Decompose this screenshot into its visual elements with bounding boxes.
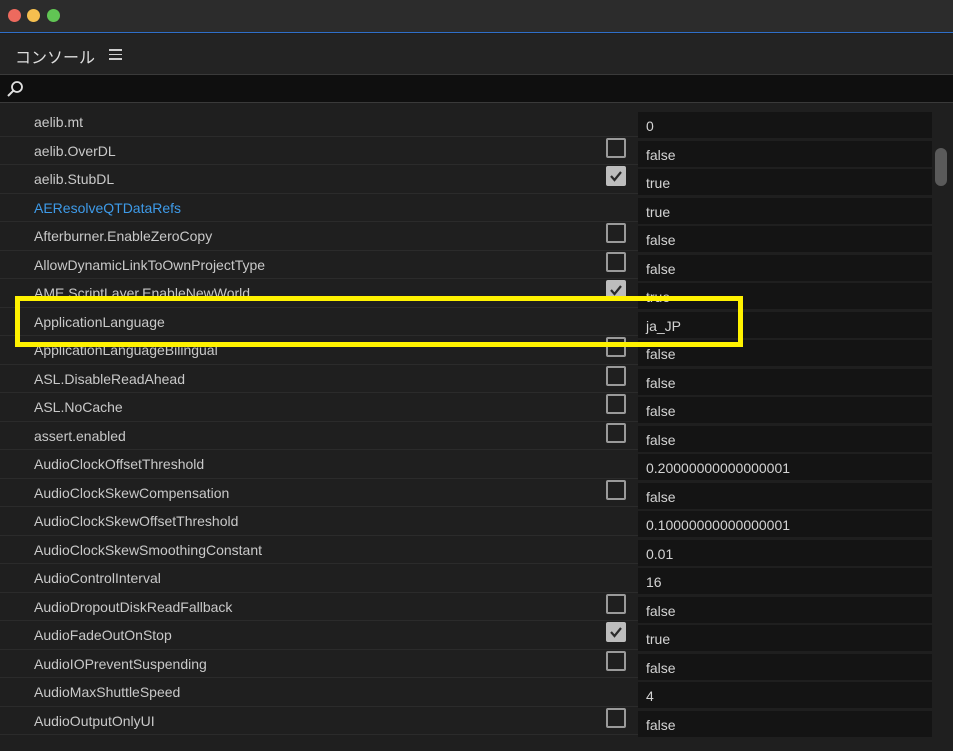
setting-value-field[interactable]: false xyxy=(638,140,932,167)
setting-value-field[interactable]: 0.01 xyxy=(638,539,932,566)
setting-row[interactable]: aelib.StubDL true xyxy=(0,165,932,195)
setting-row[interactable]: AudioOutputOnlyUI false xyxy=(0,707,932,737)
highlight-box xyxy=(15,296,743,347)
panel-title: コンソール xyxy=(15,50,96,67)
setting-name: AudioClockOffsetThreshold xyxy=(34,456,205,472)
setting-name: assert.enabled xyxy=(34,427,126,444)
setting-value-field[interactable]: true xyxy=(638,197,932,224)
setting-name: aelib.StubDL xyxy=(34,171,115,187)
setting-name: Afterburner.EnableZeroCopy xyxy=(34,228,213,244)
setting-value-field[interactable]: 0 xyxy=(638,112,932,138)
setting-checkbox[interactable] xyxy=(606,137,626,158)
setting-name: AudioFadeOutOnStop xyxy=(34,627,172,643)
window-titlebar xyxy=(0,0,953,33)
setting-name: ASL.DisableReadAhead xyxy=(34,370,185,387)
setting-name: AudioOutputOnlyUI xyxy=(34,712,155,729)
setting-row[interactable]: aelib.mt 0 xyxy=(0,108,932,138)
setting-checkbox[interactable] xyxy=(606,593,626,614)
setting-row[interactable]: aelib.OverDL false xyxy=(0,137,932,167)
search-icon xyxy=(7,81,23,97)
zoom-icon[interactable] xyxy=(47,9,60,22)
setting-value-field[interactable]: false xyxy=(638,254,932,281)
setting-checkbox[interactable] xyxy=(606,166,626,186)
setting-value-field[interactable]: 4 xyxy=(638,682,932,708)
setting-row[interactable]: AudioClockSkewSmoothingConstant 0.01 xyxy=(0,536,932,566)
minimize-icon[interactable] xyxy=(27,9,40,22)
setting-row[interactable]: Afterburner.EnableZeroCopy false xyxy=(0,222,932,252)
setting-value-field[interactable]: false xyxy=(638,710,932,737)
setting-checkbox[interactable] xyxy=(606,650,626,671)
setting-name: aelib.OverDL xyxy=(34,142,116,159)
setting-checkbox[interactable] xyxy=(606,251,626,272)
setting-row[interactable]: AudioClockOffsetThreshold 0.2000000000000… xyxy=(0,450,932,480)
setting-checkbox[interactable] xyxy=(606,422,626,443)
setting-value-field[interactable]: 16 xyxy=(638,568,932,594)
setting-row[interactable]: AudioMaxShuttleSpeed 4 xyxy=(0,678,932,708)
setting-name: AudioClockSkewSmoothingConstant xyxy=(34,541,263,558)
panel-header: コンソール xyxy=(0,34,953,74)
scrollbar-thumb[interactable] xyxy=(935,148,947,186)
setting-value-field[interactable]: false xyxy=(638,368,932,395)
setting-value-field[interactable]: false xyxy=(638,397,932,423)
checkmark-icon xyxy=(610,627,622,638)
setting-value-field[interactable]: true xyxy=(638,169,932,195)
close-icon[interactable] xyxy=(8,9,21,22)
setting-checkbox[interactable] xyxy=(606,223,626,243)
checkmark-icon xyxy=(610,285,622,296)
setting-name[interactable]: AEResolveQTDataRefs xyxy=(34,200,181,216)
setting-name: AudioDropoutDiskReadFallback xyxy=(34,598,233,615)
setting-value-field[interactable]: false xyxy=(638,653,932,680)
setting-checkbox[interactable] xyxy=(606,365,626,386)
setting-row[interactable]: AudioDropoutDiskReadFallback false xyxy=(0,593,932,623)
settings-list: aelib.mt 0 aelib.OverDL false aelib.StubDL tr… xyxy=(0,108,932,751)
setting-row[interactable]: AEResolveQTDataRefs true xyxy=(0,194,932,224)
checkmark-icon xyxy=(610,171,622,182)
setting-value-field[interactable]: true xyxy=(638,625,932,651)
search-input[interactable] xyxy=(0,74,953,103)
setting-name: AllowDynamicLinkToOwnProjectType xyxy=(34,256,266,273)
setting-value-field[interactable]: false xyxy=(638,226,932,252)
setting-row[interactable]: AudioControlInterval 16 xyxy=(0,564,932,594)
setting-value-field[interactable]: false xyxy=(638,482,932,509)
setting-name: AudioClockSkewCompensation xyxy=(34,484,230,501)
setting-value-field[interactable]: false xyxy=(638,425,932,452)
setting-value-field[interactable]: false xyxy=(638,596,932,623)
setting-checkbox[interactable] xyxy=(606,394,626,414)
setting-name: AudioIOPreventSuspending xyxy=(34,655,207,672)
setting-row[interactable]: AudioIOPreventSuspending false xyxy=(0,650,932,680)
setting-name: aelib.mt xyxy=(34,114,84,130)
setting-row[interactable]: AudioClockSkewCompensation false xyxy=(0,479,932,509)
setting-row[interactable]: assert.enabled false xyxy=(0,422,932,452)
setting-value-field[interactable]: 0.20000000000000001 xyxy=(638,454,932,480)
vertical-scrollbar[interactable] xyxy=(932,108,953,751)
hamburger-menu-icon[interactable] xyxy=(109,49,122,60)
setting-value-field[interactable]: 0.10000000000000001 xyxy=(638,511,932,537)
setting-checkbox[interactable] xyxy=(606,622,626,642)
setting-name: AudioClockSkewOffsetThreshold xyxy=(34,513,239,529)
setting-name: AudioControlInterval xyxy=(34,570,161,586)
setting-row[interactable]: ASL.NoCache false xyxy=(0,393,932,423)
setting-row[interactable]: AllowDynamicLinkToOwnProjectType false xyxy=(0,251,932,281)
setting-checkbox[interactable] xyxy=(606,707,626,728)
setting-row[interactable]: AudioFadeOutOnStop true xyxy=(0,621,932,651)
setting-checkbox[interactable] xyxy=(606,479,626,500)
setting-name: ASL.NoCache xyxy=(34,399,123,415)
setting-row[interactable]: AudioClockSkewOffsetThreshold 0.100000000… xyxy=(0,507,932,537)
setting-row[interactable]: ASL.DisableReadAhead false xyxy=(0,365,932,395)
setting-name: AudioMaxShuttleSpeed xyxy=(34,684,181,700)
